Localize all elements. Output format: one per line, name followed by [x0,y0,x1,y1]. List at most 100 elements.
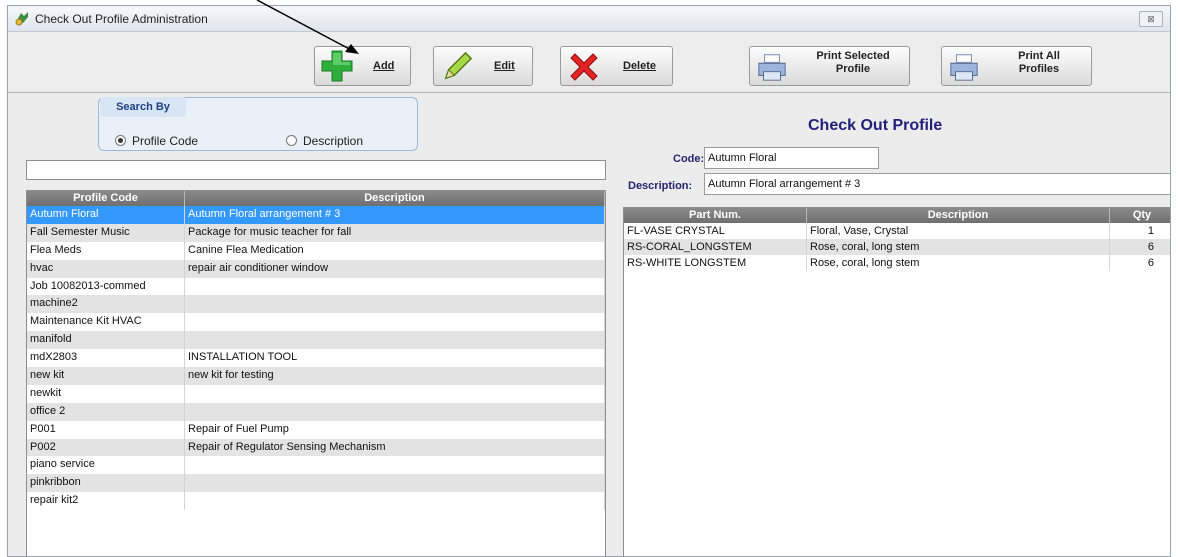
cell-profile-code: office 2 [27,402,185,421]
search-by-label: Search By [100,97,186,117]
cell-description: INSTALLATION TOOL [185,349,605,368]
cell-description [185,277,605,296]
cell-profile-code: piano service [27,456,185,475]
cell-description: new kit for testing [185,367,605,385]
table-row[interactable]: machine2 [27,295,605,314]
table-row[interactable]: P001 Repair of Fuel Pump [27,420,605,439]
cell-description [185,474,605,493]
table-row[interactable]: newkit [27,384,605,403]
table-row[interactable]: Fall Semester Music Package for music tea… [27,223,605,242]
print-selected-button[interactable]: Print Selected Profile [749,46,910,86]
printer-icon [950,54,978,81]
cell-description [185,331,605,350]
money-icon [15,12,28,26]
column-header-part-description[interactable]: Description [807,208,1110,223]
table-row[interactable]: hvac repair air conditioner window [27,259,605,278]
cell-profile-code: hvac [27,259,185,278]
table-row[interactable]: mdX2803 INSTALLATION TOOL [27,349,605,368]
table-row[interactable]: office 2 [27,402,605,421]
cell-part-description: Rose, coral, long stem [807,239,1110,255]
cell-profile-code: Job 10082013-commed [27,277,185,296]
cell-profile-code: repair kit2 [27,492,185,511]
code-field[interactable]: Autumn Floral [704,147,879,169]
cell-profile-code: Autumn Floral [27,206,185,224]
cell-description: Package for music teacher for fall [185,223,605,242]
cell-profile-code: P002 [27,438,185,457]
print-selected-label: Print Selected Profile [816,50,890,75]
cell-profile-code: pinkribbon [27,474,185,493]
pencil-icon [444,51,473,80]
table-row[interactable]: manifold [27,331,605,350]
cell-qty: 6 [1110,255,1170,271]
title-bar: Check Out Profile Administration ⊠ [8,6,1170,32]
column-header-profile-code[interactable]: Profile Code [27,191,185,206]
cell-part-num: RS-WHITE LONGSTEM [624,255,807,271]
table-row[interactable]: repair kit2 [27,492,605,511]
window-title: Check Out Profile Administration [35,12,208,26]
annotation-arrow-icon [256,0,359,54]
printer-icon [758,54,786,81]
cell-part-num: RS-CORAL_LONGSTEM [624,239,807,255]
cell-part-description: Rose, coral, long stem [807,255,1110,271]
cell-part-num: FL-VASE CRYSTAL [624,223,807,239]
cell-description: Autumn Floral arrangement # 3 [185,206,605,224]
form-heading: Check Out Profile [808,117,943,134]
cell-profile-code: Flea Meds [27,241,185,260]
cell-profile-code: new kit [27,367,185,385]
radio-profile-code[interactable]: Profile Code [115,134,198,148]
cell-profile-code: machine2 [27,295,185,314]
delete-button[interactable]: Delete [560,46,673,86]
table-row[interactable]: P002 Repair of Regulator Sensing Mechanis… [27,438,605,457]
cell-profile-code: manifold [27,331,185,350]
table-row[interactable]: Autumn Floral Autumn Floral arrangement #… [27,206,605,224]
cell-description [185,456,605,475]
description-label: Description: [628,180,693,192]
cell-profile-code: newkit [27,384,185,403]
parts-header: Part Num. Description Qty [624,208,1170,223]
red-x-icon [570,53,598,81]
cell-description: Canine Flea Medication [185,241,605,260]
delete-label: Delete [623,60,657,72]
cell-description: Repair of Regulator Sensing Mechanism [185,438,605,457]
cell-qty: 6 [1110,239,1170,255]
close-button[interactable]: ⊠ [1139,11,1163,27]
cell-description [185,492,605,511]
column-header-qty[interactable]: Qty [1110,208,1170,223]
print-all-button[interactable]: Print All Profiles [941,46,1092,86]
cell-profile-code: Maintenance Kit HVAC [27,313,185,332]
search-input[interactable] [26,160,606,180]
cell-description [185,313,605,332]
toolbar: Add Edit Delete Print Selected Profile P… [8,32,1170,93]
table-row[interactable]: piano service [27,456,605,475]
column-header-part-num[interactable]: Part Num. [624,208,807,223]
profile-list-header: Profile Code Description [27,191,605,206]
table-row[interactable]: Flea Meds Canine Flea Medication [27,241,605,260]
table-row[interactable]: Job 10082013-commed [27,277,605,296]
table-row[interactable]: Maintenance Kit HVAC [27,313,605,332]
table-row[interactable]: pinkribbon [27,474,605,493]
table-row[interactable]: FL-VASE CRYSTAL Floral, Vase, Crystal 1 [624,223,1170,239]
table-row[interactable]: new kit new kit for testing [27,367,605,385]
table-row[interactable]: RS-CORAL_LONGSTEM Rose, coral, long stem 6 [624,239,1170,255]
print-all-label: Print All Profiles [1018,50,1060,75]
radio-unselected-icon [286,135,297,146]
edit-button[interactable]: Edit [433,46,533,86]
parts-grid: Part Num. Description Qty FL-VASE CRYSTA… [623,207,1170,556]
cell-description: repair air conditioner window [185,259,605,278]
column-header-description[interactable]: Description [185,191,605,206]
cell-qty: 1 [1110,223,1170,239]
cell-profile-code: Fall Semester Music [27,223,185,242]
edit-label: Edit [494,60,515,72]
radio-selected-icon [115,135,126,146]
cell-profile-code: mdX2803 [27,349,185,368]
add-label: Add [373,60,395,72]
profile-list-grid: Profile Code Description Autumn Floral Au… [26,190,606,556]
cell-description [185,295,605,314]
description-field[interactable]: Autumn Floral arrangement # 3 [704,173,1170,195]
radio-description[interactable]: Description [286,134,363,148]
cell-description: Repair of Fuel Pump [185,420,605,439]
app-window: Check Out Profile Administration ⊠ Add E… [7,5,1171,557]
table-row[interactable]: RS-WHITE LONGSTEM Rose, coral, long stem 6 [624,255,1170,271]
cell-description [185,402,605,421]
cell-profile-code: P001 [27,420,185,439]
